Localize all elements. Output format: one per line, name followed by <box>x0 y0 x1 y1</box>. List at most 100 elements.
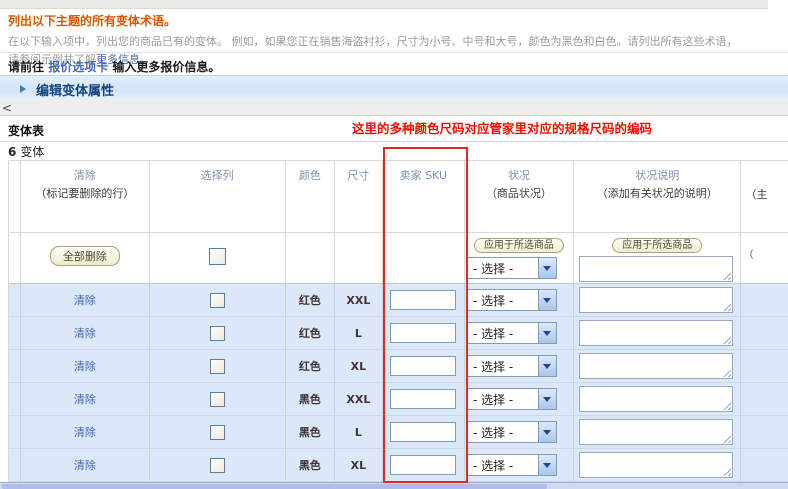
table-row: 清除 红色 L - 选择 - <box>9 317 788 350</box>
row-checkbox[interactable] <box>210 392 225 407</box>
row-checkbox[interactable] <box>210 458 225 473</box>
color-value: 红色 <box>299 292 321 308</box>
spacer-cell <box>9 383 21 415</box>
spacer-cell <box>9 350 21 382</box>
bulk-condition-select[interactable]: - 选择 - <box>467 257 557 279</box>
condition-header-sub: （商品状况） <box>486 185 552 201</box>
goto-suffix: 输入更多报价信息。 <box>108 60 220 74</box>
select-column-header: 选择列 <box>150 161 286 232</box>
table-row: 清除 黑色 XXL - 选择 - <box>9 383 788 416</box>
sku-input[interactable] <box>390 290 456 310</box>
condition-select[interactable]: - 选择 - <box>467 289 557 311</box>
condition-select[interactable]: - 选择 - <box>467 421 557 443</box>
chevron-down-icon <box>538 356 556 376</box>
intro-title: 列出以下主题的所有变体术语。 <box>8 12 788 29</box>
row-checkbox[interactable] <box>210 425 225 440</box>
edit-variation-attributes-header[interactable]: 编辑变体属性 <box>0 75 788 102</box>
clear-header-sub: （标记要删除的行） <box>35 185 134 201</box>
select-column-header-label: 选择列 <box>201 167 234 183</box>
condition-note-column-header: 状况说明 （添加有关状况的说明） <box>574 161 742 232</box>
clear-column-header: 清除 （标记要删除的行） <box>21 161 150 232</box>
sku-input[interactable] <box>390 389 456 409</box>
apply-note-cell: 应用于所选商品 <box>574 233 742 283</box>
sku-column-header: 卖家 SKU <box>383 161 465 232</box>
condition-select-value: - 选择 - <box>468 455 538 475</box>
resize-grip-icon <box>723 402 731 410</box>
color-value: 红色 <box>299 358 321 374</box>
top-divider <box>0 0 768 9</box>
resize-grip-icon <box>723 468 731 476</box>
clear-row-link[interactable]: 清除 <box>74 391 96 407</box>
condition-select-value: - 选择 - <box>468 356 538 376</box>
table-row: 清除 黑色 XL - 选择 - <box>9 449 788 482</box>
sku-input[interactable] <box>390 323 456 343</box>
condition-note-textarea[interactable] <box>579 452 733 478</box>
color-value: 黑色 <box>299 424 321 440</box>
clear-row-link[interactable]: 清除 <box>74 424 96 440</box>
table-row: 清除 红色 XXL - 选择 - <box>9 284 788 317</box>
bulk-condition-select-value: - 选择 - <box>468 258 538 278</box>
bulk-note-textarea[interactable] <box>579 256 733 282</box>
empty-cell <box>383 233 465 283</box>
variations-table: 清除 （标记要删除的行） 选择列 颜色 尺寸 卖家 SKU 状况 （商品状况） … <box>8 160 788 482</box>
condition-select-value: - 选择 - <box>468 290 538 310</box>
spacer-cell <box>9 284 21 316</box>
sku-input[interactable] <box>390 356 456 376</box>
clipped-header-sub: （主 <box>745 186 767 202</box>
row-checkbox[interactable] <box>210 326 225 341</box>
scrollbar-thumb[interactable] <box>2 484 547 489</box>
red-annotation-text: 这里的多种颜色尺码对应管家里对应的规格尺码的编码 <box>352 118 652 137</box>
condition-select[interactable]: - 选择 - <box>467 322 557 344</box>
spacer-cell <box>9 416 21 448</box>
size-value: XL <box>351 360 367 373</box>
table-action-row: 全部删除 应用于所选商品 - 选择 - 应用于所选商品 （ <box>9 233 788 284</box>
sku-input[interactable] <box>390 422 456 442</box>
condition-note-textarea[interactable] <box>579 419 733 445</box>
pricing-tab-link[interactable]: 报价选项卡 <box>48 60 108 74</box>
chevron-down-icon <box>538 455 556 475</box>
condition-select[interactable]: - 选择 - <box>467 355 557 377</box>
clear-row-link[interactable]: 清除 <box>74 325 96 341</box>
horizontal-scrollbar[interactable] <box>0 482 788 489</box>
spacer-cell <box>9 233 21 283</box>
spacer-column-header <box>9 161 21 232</box>
color-value: 黑色 <box>299 391 321 407</box>
chevron-down-icon <box>538 323 556 343</box>
row-checkbox[interactable] <box>210 359 225 374</box>
variation-count-number: 6 <box>8 145 16 159</box>
size-column-header: 尺寸 <box>335 161 383 232</box>
condition-note-textarea[interactable] <box>579 386 733 412</box>
apply-condition-button[interactable]: 应用于所选商品 <box>474 238 564 253</box>
condition-select[interactable]: - 选择 - <box>467 388 557 410</box>
chevron-down-icon <box>538 422 556 442</box>
select-all-checkbox[interactable] <box>209 248 226 265</box>
collapse-bar[interactable]: < <box>0 101 788 116</box>
chevron-down-icon <box>538 290 556 310</box>
resize-grip-icon <box>723 303 731 311</box>
resize-grip-icon <box>723 336 731 344</box>
variation-count-label: 变体 <box>20 145 44 159</box>
condition-note-textarea[interactable] <box>579 353 733 379</box>
size-value: L <box>355 327 362 340</box>
chevron-down-icon <box>538 258 556 278</box>
row-checkbox[interactable] <box>210 293 225 308</box>
clipped-action-cell: （ <box>741 233 788 283</box>
table-row: 清除 黑色 L - 选择 - <box>9 416 788 449</box>
clear-row-link[interactable]: 清除 <box>74 457 96 473</box>
condition-select[interactable]: - 选择 - <box>467 454 557 476</box>
condition-note-textarea[interactable] <box>579 287 733 313</box>
empty-cell <box>335 233 383 283</box>
sku-input[interactable] <box>390 455 456 475</box>
clear-row-link[interactable]: 清除 <box>74 292 96 308</box>
clipped-button-fragment: （ <box>743 246 753 261</box>
select-all-cell <box>150 233 286 283</box>
clear-row-link[interactable]: 清除 <box>74 358 96 374</box>
condition-note-textarea[interactable] <box>579 320 733 346</box>
condition-header-label: 状况 <box>508 167 530 183</box>
clipped-column-header: （主 <box>741 161 788 232</box>
apply-note-button[interactable]: 应用于所选商品 <box>612 238 702 253</box>
goto-prefix: 请前往 <box>8 60 48 74</box>
apply-condition-cell: 应用于所选商品 - 选择 - <box>465 233 574 283</box>
size-header-label: 尺寸 <box>347 167 369 183</box>
delete-all-button[interactable]: 全部删除 <box>50 246 120 266</box>
